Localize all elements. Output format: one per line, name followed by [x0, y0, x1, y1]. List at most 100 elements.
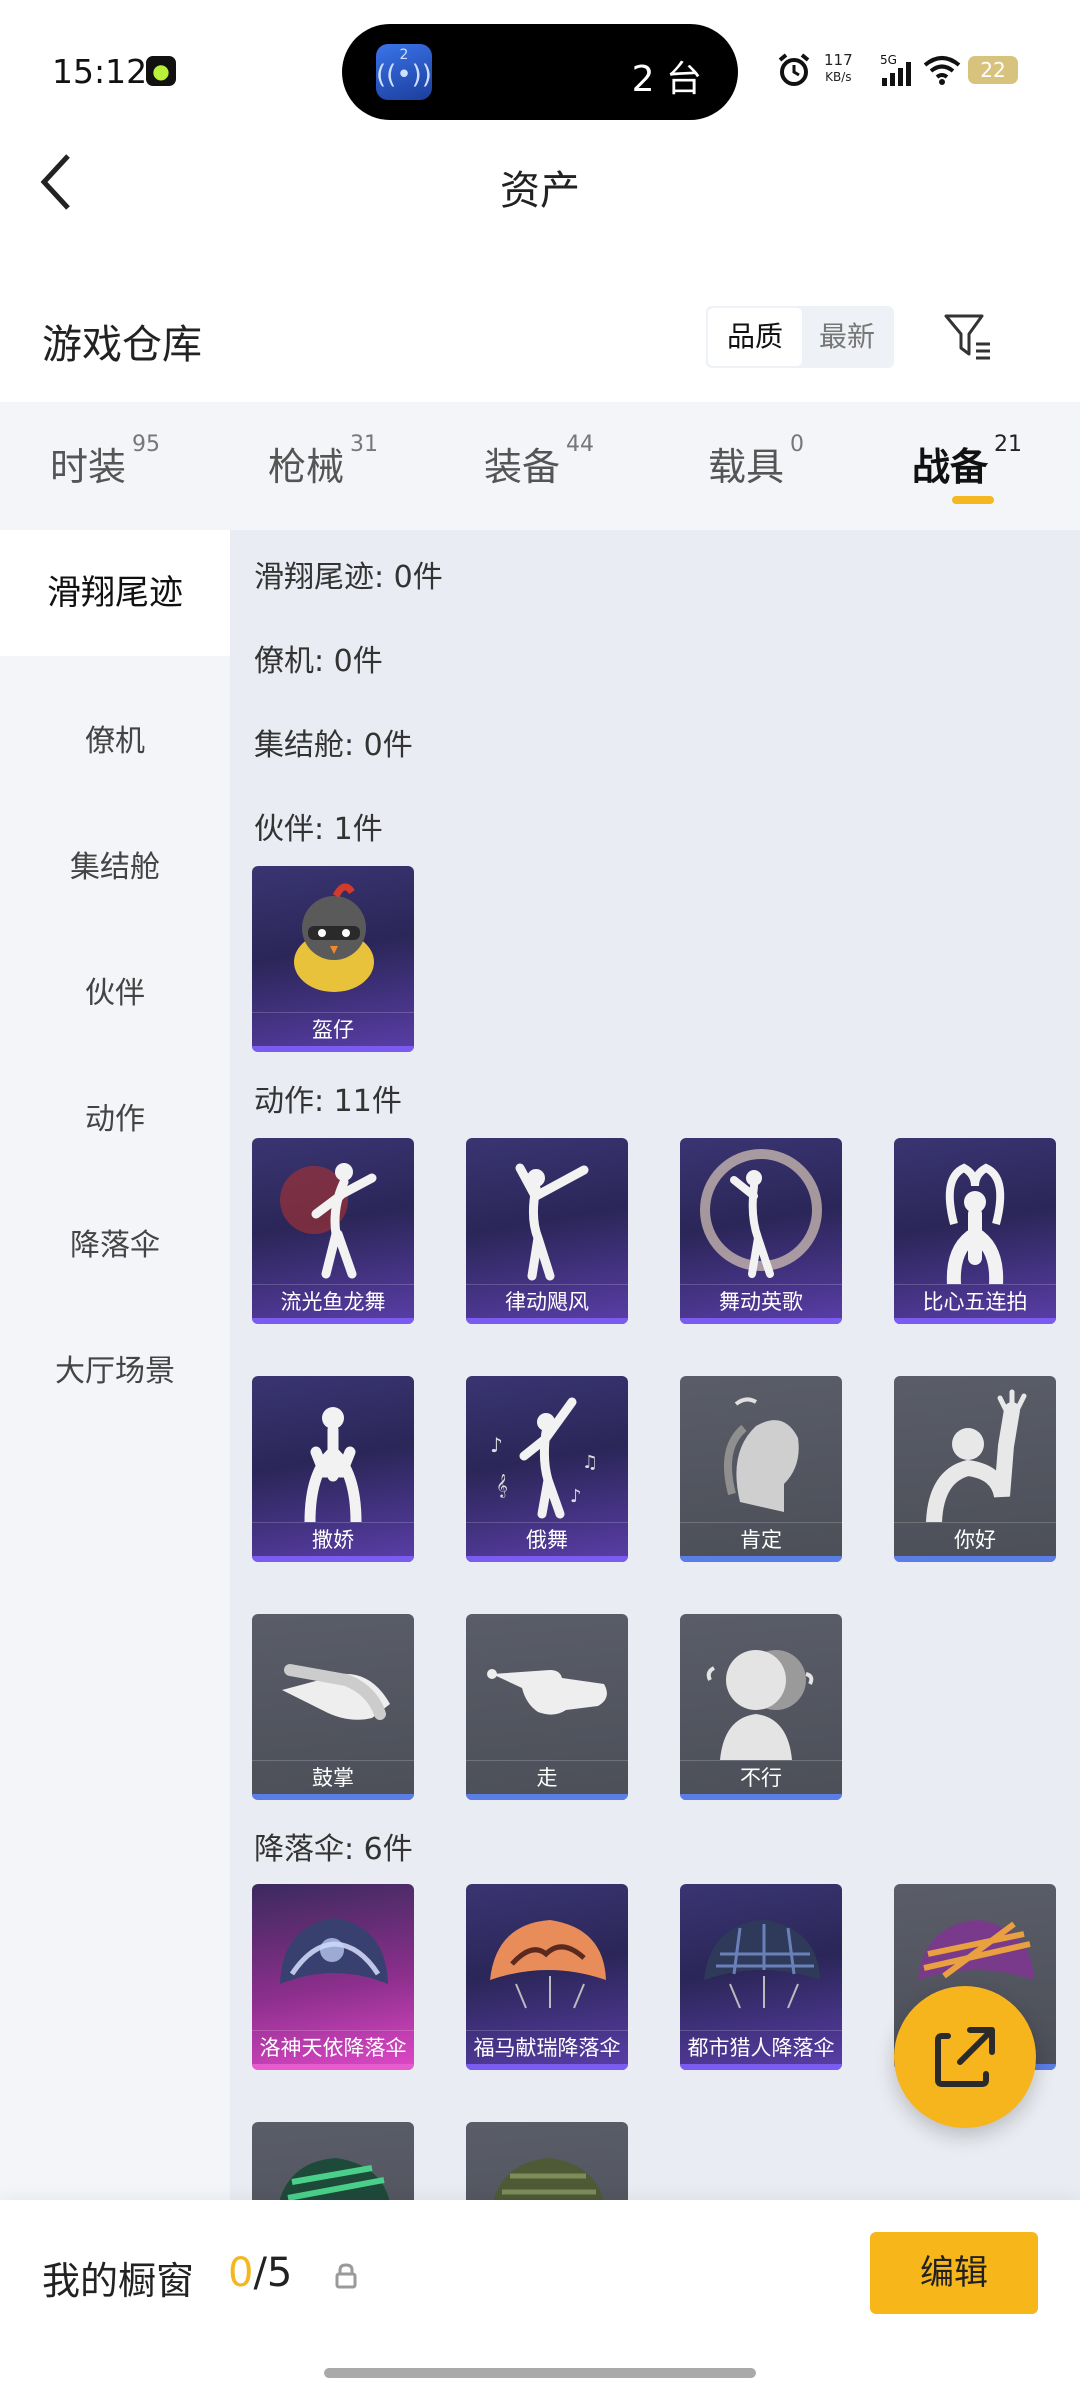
edit-button[interactable]: 编辑: [870, 2232, 1038, 2314]
item-card[interactable]: 洛神天依降落伞: [252, 1884, 414, 2070]
dynamic-island[interactable]: 2 ((•)) 2 台: [342, 24, 738, 120]
warehouse-title: 游戏仓库: [42, 322, 202, 368]
tab-label: 枪械: [268, 445, 345, 489]
category-sidebar: 滑翔尾迹 僚机 集结舱 伙伴 动作 降落伞 大厅场景: [0, 530, 230, 2200]
tab-count: 0: [790, 432, 805, 457]
item-card[interactable]: 比心五连拍: [894, 1138, 1056, 1324]
item-card[interactable]: 肯定: [680, 1376, 842, 1562]
rarity-bar: [894, 1556, 1056, 1562]
rarity-bar: [466, 1794, 628, 1800]
item-name: 都市猎人降落伞: [680, 2030, 842, 2064]
item-card[interactable]: 你好: [894, 1376, 1056, 1562]
net-speed-value: 117: [824, 51, 853, 69]
item-card[interactable]: 福马献瑞降落伞: [466, 1884, 628, 2070]
tab-count: 44: [566, 432, 595, 457]
waving-person-icon: [926, 1389, 1027, 1522]
rarity-bar: [252, 2064, 414, 2070]
tab-combat-gear[interactable]: 战备21: [912, 432, 1022, 491]
item-card[interactable]: 撒娇: [252, 1376, 414, 1562]
svg-text:𝄞: 𝄞: [496, 1473, 508, 1498]
sidebar-item-wingman[interactable]: 僚机: [0, 716, 230, 760]
parachute-icon: [704, 1920, 820, 2009]
svg-text:♫: ♫: [582, 1452, 598, 1473]
sidebar-item-emote[interactable]: 动作: [0, 1094, 230, 1138]
item-card[interactable]: 舞动英歌: [680, 1138, 842, 1324]
item-card[interactable]: 不行: [680, 1614, 842, 1800]
net-speed-unit: KB/s: [825, 70, 852, 84]
rarity-bar: [680, 2064, 842, 2070]
item-card[interactable]: ♪ 𝄞 ♫ ♪ 俄舞: [466, 1376, 628, 1562]
sidebar-item-glide-trail[interactable]: 滑翔尾迹: [0, 530, 230, 656]
open-external-icon: [935, 2027, 995, 2087]
showcase-bar: 我的橱窗 0/5 编辑: [0, 2200, 1080, 2400]
alarm-icon: [778, 53, 810, 86]
dancer-icon: [304, 1407, 362, 1522]
battery-indicator: 22: [968, 56, 1018, 84]
item-name: 你好: [894, 1522, 1056, 1556]
item-card[interactable]: 律动飓风: [466, 1138, 628, 1324]
lock-icon: [335, 2263, 357, 2289]
filter-icon[interactable]: [942, 312, 994, 362]
item-card[interactable]: 流光鱼龙舞: [252, 1138, 414, 1324]
category-count-emote: 动作: 11件: [254, 1084, 402, 1119]
net-speed: 117 KB/s: [824, 52, 853, 86]
home-indicator[interactable]: [324, 2368, 756, 2378]
sort-newest-button[interactable]: 最新: [800, 306, 894, 368]
item-name: 福马献瑞降落伞: [466, 2030, 628, 2064]
share-float-button[interactable]: [894, 1986, 1036, 2128]
svg-text:♪: ♪: [570, 1486, 582, 1507]
sidebar-item-partner[interactable]: 伙伴: [0, 968, 230, 1012]
parachute-icon: [279, 2158, 390, 2200]
tab-label: 战备: [912, 445, 989, 489]
item-name: 舞动英歌: [680, 1284, 842, 1318]
assets-screen: 15:12 ● 2 ((•)) 2 台 117 KB/s 5G 22 资产 游戏…: [0, 0, 1080, 2400]
item-card[interactable]: 走: [466, 1614, 628, 1800]
sidebar-item-capsule[interactable]: 集结舱: [0, 842, 230, 886]
parachute-icon: [280, 1918, 388, 1984]
rarity-bar: [252, 1046, 414, 1052]
category-count-trail: 滑翔尾迹: 0件: [254, 560, 443, 595]
tab-fashion[interactable]: 时装95: [50, 432, 160, 491]
dancer-icon: [515, 1163, 589, 1281]
item-name: 撒娇: [252, 1522, 414, 1556]
item-card[interactable]: [466, 2122, 628, 2200]
rarity-bar: [466, 1556, 628, 1562]
item-card[interactable]: 盔仔: [252, 866, 414, 1052]
category-count-parachute: 降落伞: 6件: [254, 1832, 413, 1867]
tab-count: 31: [350, 432, 379, 457]
dancer-icon: [280, 1163, 377, 1279]
item-card[interactable]: 都市猎人降落伞: [680, 1884, 842, 2070]
tab-count: 21: [994, 432, 1023, 457]
sidebar-item-lobby-scene[interactable]: 大厅场景: [0, 1346, 230, 1390]
sort-quality-button[interactable]: 品质: [708, 308, 802, 366]
tab-label: 装备: [484, 445, 561, 489]
item-name: 走: [466, 1760, 628, 1794]
rarity-bar: [466, 2064, 628, 2070]
clapping-hands-icon: [282, 1664, 390, 1720]
item-card[interactable]: 鼓掌: [252, 1614, 414, 1800]
helmet-chick-icon: [294, 883, 374, 992]
category-count-capsule: 集结舱: 0件: [254, 728, 413, 763]
rarity-bar: [252, 1794, 414, 1800]
item-name: 不行: [680, 1760, 842, 1794]
sidebar-item-parachute[interactable]: 降落伞: [0, 1220, 230, 1264]
network-type: 5G: [880, 53, 897, 67]
showcase-count-current: 0: [228, 2250, 254, 2296]
tab-label: 载具: [708, 445, 785, 489]
item-name: 洛神天依降落伞: [252, 2030, 414, 2064]
pointing-hand-icon: [487, 1669, 607, 1715]
broadcast-icon: 2 ((•)): [376, 44, 432, 100]
item-card[interactable]: [252, 2122, 414, 2200]
tab-equipment[interactable]: 装备44: [484, 432, 594, 491]
category-count-wingman: 僚机: 0件: [254, 644, 383, 679]
heart-hands-icon: [945, 1163, 1005, 1284]
svg-text:♪: ♪: [490, 1433, 503, 1457]
tab-guns[interactable]: 枪械31: [268, 432, 378, 491]
tab-vehicles[interactable]: 载具0: [708, 432, 804, 491]
item-name: 盔仔: [252, 1012, 414, 1046]
item-name: 肯定: [680, 1522, 842, 1556]
dancer-icon: [700, 1149, 822, 1278]
showcase-label: 我的橱窗: [42, 2259, 195, 2303]
item-name: 律动飓风: [466, 1284, 628, 1318]
tab-label: 时装: [50, 445, 127, 489]
